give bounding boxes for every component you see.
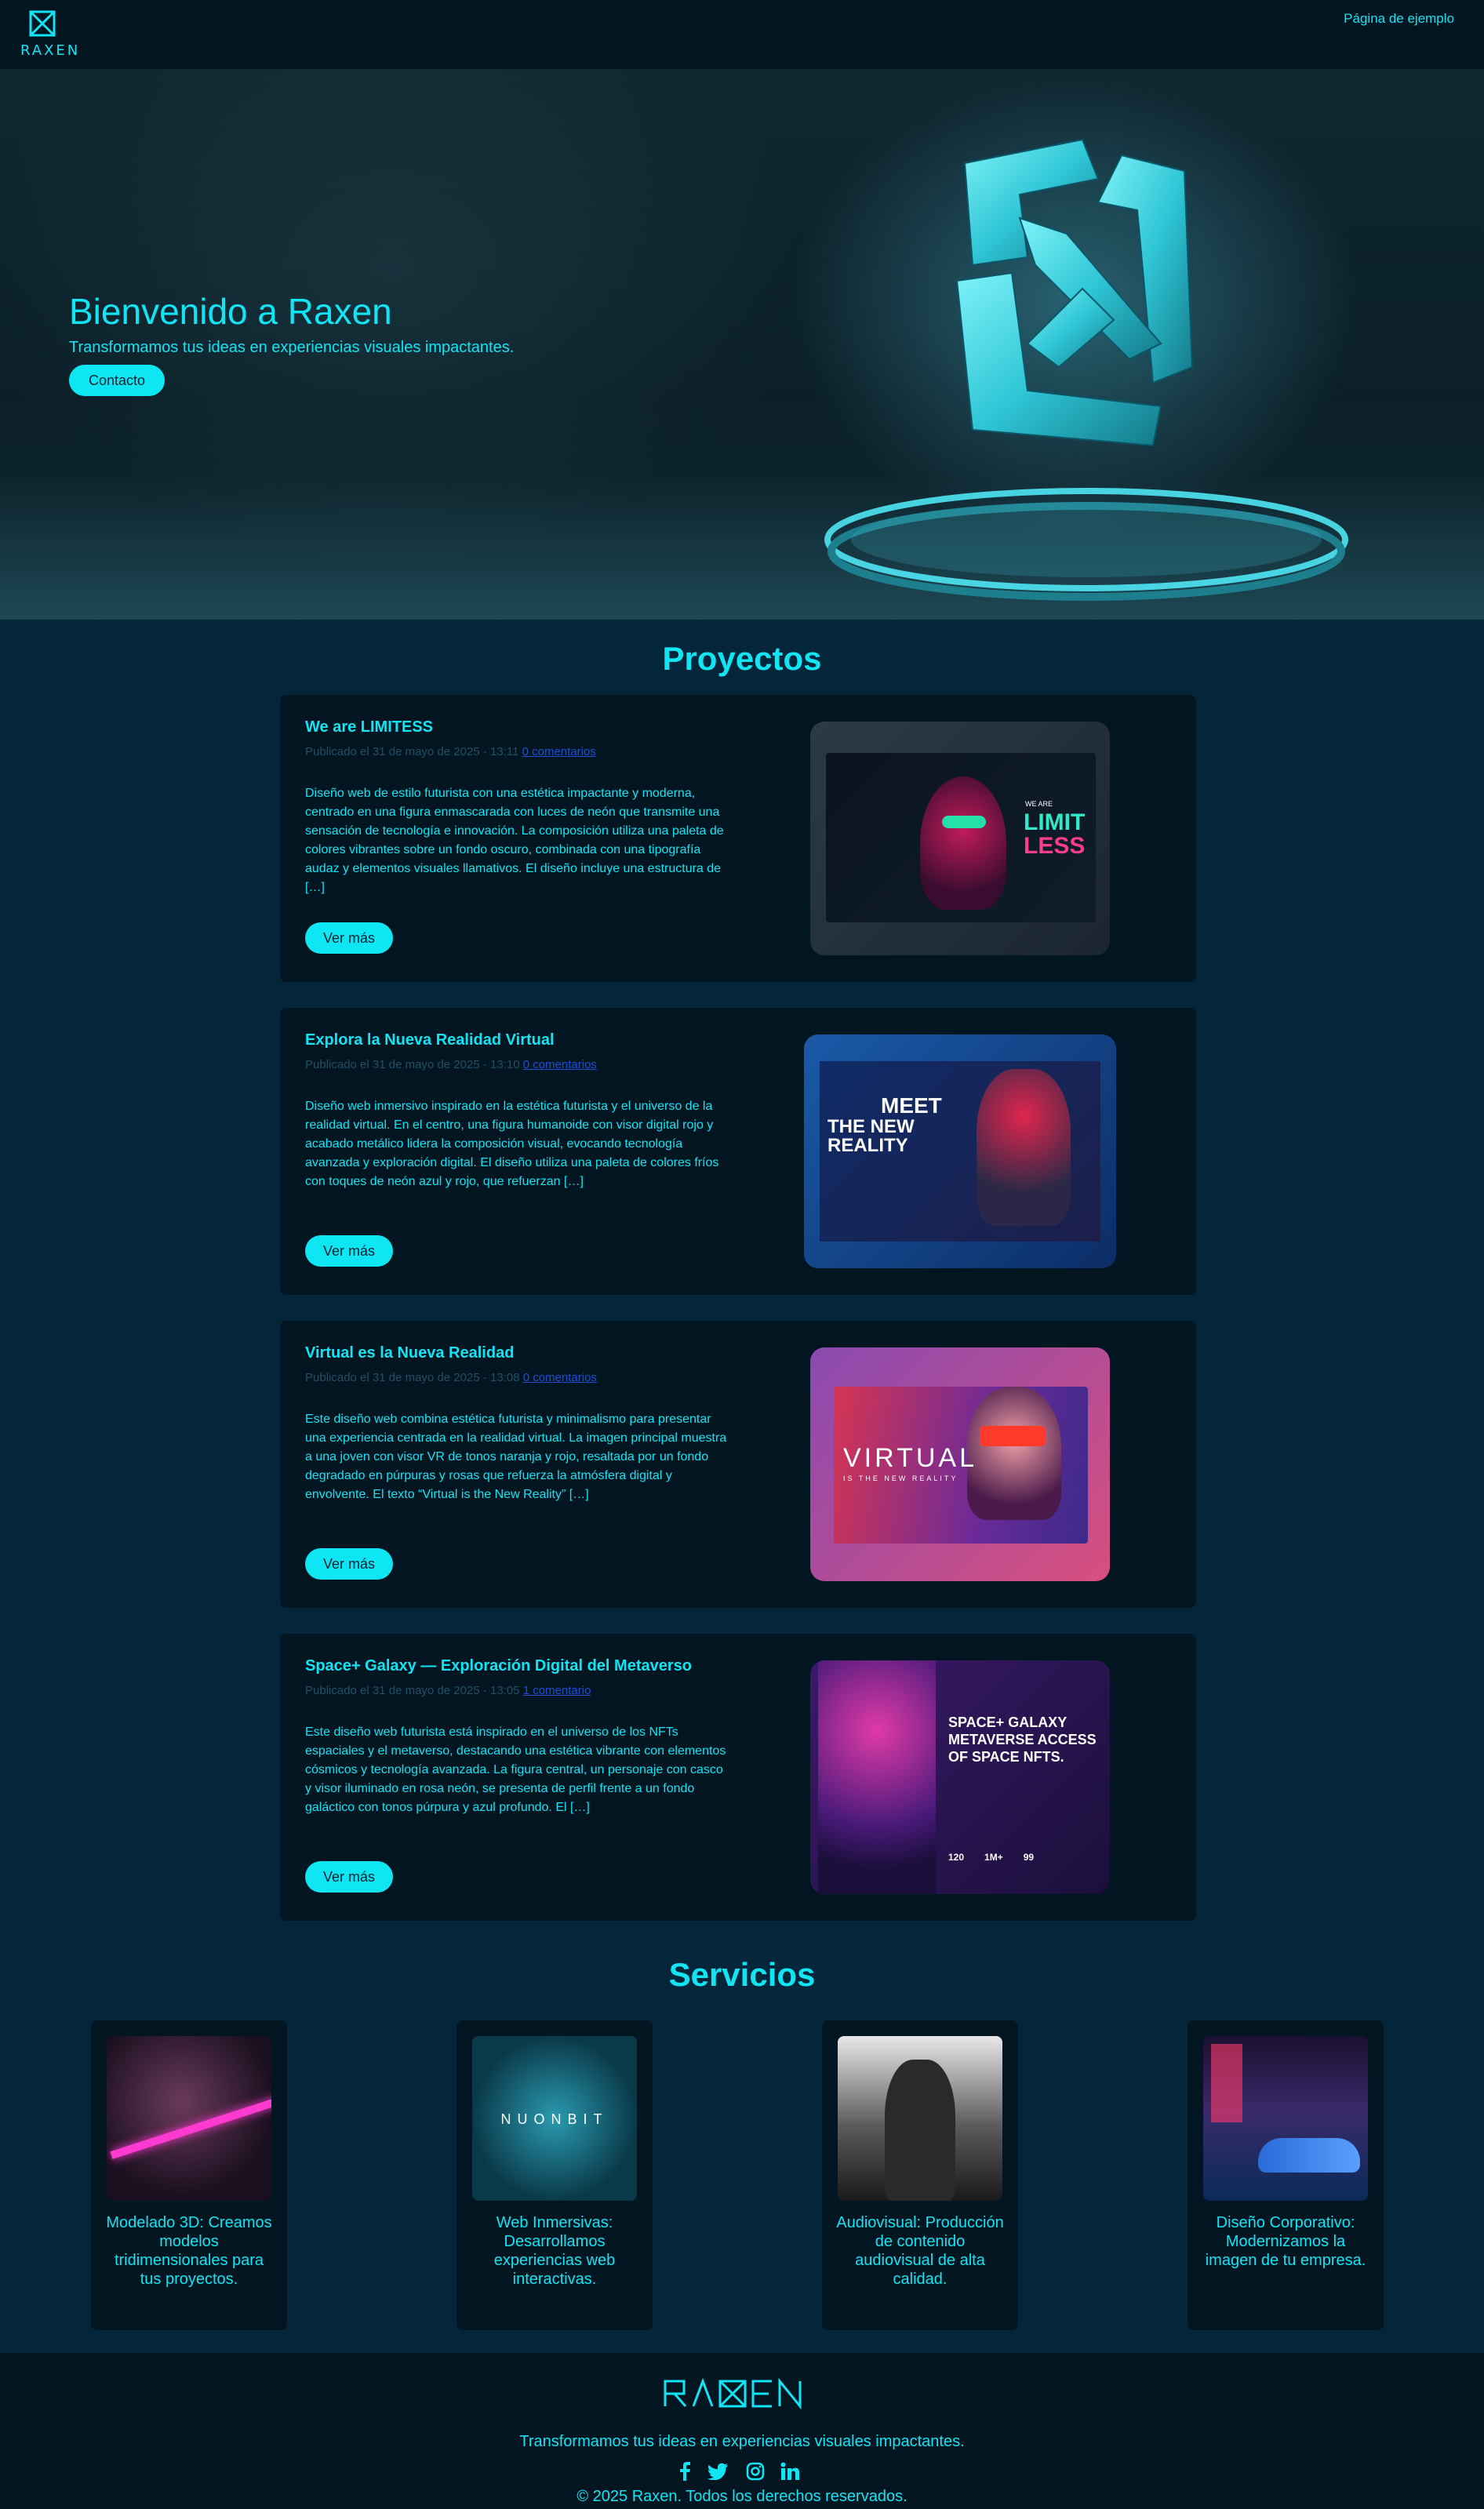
vr-visor [980,1426,1046,1446]
camera-operator [885,2060,955,2201]
project-title[interactable]: We are LIMITESS [305,718,433,736]
linkedin-icon[interactable] [778,2460,802,2483]
img-line-3: OF SPACE NFTS. [948,1749,1064,1765]
project-card: Space+ Galaxy — Exploración Digital del … [280,1634,1196,1921]
service-image [838,2036,1002,2201]
project-title[interactable]: Virtual es la Nueva Realidad [305,1344,514,1362]
img-text-the-new: THE NEW [827,1116,915,1137]
mockup-screen: WE ARE LIMIT LESS [826,753,1096,922]
service-image [107,2036,271,2201]
hero-title: Bienvenido a Raxen [69,291,392,332]
img-text-we-are: WE ARE [1025,800,1053,808]
post-date: Publicado el 31 de mayo de 2025 - 13:11 [305,745,519,758]
raxen-logo-icon [29,10,56,37]
project-description: Diseño web inmersivo inspirado en la est… [305,1100,719,1188]
stat-2: 1M+ [984,1852,1003,1863]
post-date: Publicado el 31 de mayo de 2025 - 13:08 [305,1371,520,1384]
img-line-2: METAVERSE ACCESS [948,1732,1097,1747]
service-text: Modelado 3D: Creamos modelos tridimensio… [106,2214,272,2288]
neon-blade [110,2093,271,2159]
service-image [1203,2036,1368,2201]
project-image[interactable]: MEET THE NEW REALITY [804,1035,1116,1268]
footer-tagline: Transformamos tus ideas en experiencias … [519,2433,965,2450]
raxen-wordmark-logo[interactable] [662,2375,822,2413]
twitter-icon[interactable] [706,2460,729,2483]
img-text-galaxy: SPACE+ GALAXY METAVERSE ACCESS OF SPACE … [948,1714,1102,1765]
facebook-icon[interactable] [673,2460,697,2483]
raxen-3d-emblem-icon [955,138,1194,447]
project-title[interactable]: Space+ Galaxy — Exploración Digital del … [305,1657,692,1675]
contact-button[interactable]: Contacto [69,365,165,396]
project-title[interactable]: Explora la Nueva Realidad Virtual [305,1031,555,1049]
view-more-button[interactable]: Ver más [305,922,393,954]
view-more-button[interactable]: Ver más [305,1861,393,1893]
copyright-text: © 2025 Raxen. Todos los derechos reserva… [577,2488,907,2505]
comments-link[interactable]: 1 comentario [523,1684,591,1697]
view-more-button[interactable]: Ver más [305,1548,393,1580]
project-description: Este diseño web combina estética futuris… [305,1413,727,1501]
post-date: Publicado el 31 de mayo de 2025 - 13:10 [305,1058,520,1071]
astronaut-figure [818,1660,936,1894]
project-description: Este diseño web futurista está inspirado… [305,1725,726,1814]
site-header: RAXEN Página de ejemplo [0,0,1484,69]
img-text-meet: MEET [881,1093,942,1118]
project-card: We are LIMITESS Publicado el 31 de mayo … [280,695,1196,982]
stat-3: 99 [1023,1852,1035,1863]
project-meta: Publicado el 31 de mayo de 2025 - 13:11 … [305,745,596,758]
project-card: Explora la Nueva Realidad Virtual Public… [280,1008,1196,1295]
service-text: Web Inmersivas: Desarrollamos experienci… [493,2214,616,2288]
img-text-limit: LIMIT [1024,809,1086,835]
project-description: Diseño web de estilo futurista con una e… [305,787,724,894]
service-card-corporate: Diseño Corporativo: Modernizamos la imag… [1188,2020,1384,2330]
comments-link[interactable]: 0 comentarios [522,745,596,758]
post-date: Publicado el 31 de mayo de 2025 - 13:05 [305,1684,520,1697]
sports-car [1258,2138,1360,2173]
project-image[interactable]: WE ARE LIMIT LESS [810,722,1110,955]
service-text: Diseño Corporativo: Modernizamos la imag… [1205,2214,1366,2269]
service-card-3d: Modelado 3D: Creamos modelos tridimensio… [91,2020,287,2330]
vr-figure [977,1069,1071,1226]
service-text: Audiovisual: Producción de contenido aud… [836,2214,1004,2288]
view-more-button[interactable]: Ver más [305,1235,393,1267]
services-title: Servicios [668,1956,816,1993]
service-card-audiovisual: Audiovisual: Producción de contenido aud… [822,2020,1018,2330]
hero-section: Bienvenido a Raxen Transformamos tus ide… [0,69,1484,620]
comments-link[interactable]: 0 comentarios [523,1058,597,1071]
pedestal-ring [824,488,1348,601]
project-card: Virtual es la Nueva Realidad Publicado e… [280,1321,1196,1608]
projects-title: Proyectos [662,640,822,677]
service-image: NUONBIT [472,2036,637,2201]
img-text-virtual: VIRTUAL [843,1443,977,1473]
project-meta: Publicado el 31 de mayo de 2025 - 13:05 … [305,1684,591,1697]
img-text-reality: REALITY [827,1135,908,1156]
vr-girl [967,1387,1061,1520]
project-meta: Publicado el 31 de mayo de 2025 - 13:08 … [305,1371,597,1384]
site-logo[interactable]: RAXEN [19,9,78,59]
hero-subtitle: Transformamos tus ideas en experiencias … [69,339,515,356]
logo-text: RAXEN [20,42,81,59]
mockup-screen: MEET THE NEW REALITY [820,1061,1100,1242]
mockup-screen: VIRTUAL IS THE NEW REALITY [834,1387,1088,1544]
project-meta: Publicado el 31 de mayo de 2025 - 13:10 … [305,1058,597,1071]
project-image[interactable]: SPACE+ GALAXY METAVERSE ACCESS OF SPACE … [810,1660,1110,1894]
project-image[interactable]: VIRTUAL IS THE NEW REALITY [810,1347,1110,1581]
img-stats: 120 1M+ 99 [948,1852,1089,1863]
img-line-1: SPACE+ GALAXY [948,1714,1068,1730]
comments-link[interactable]: 0 comentarios [523,1371,597,1384]
img-text-nuonbit: NUONBIT [500,2111,609,2127]
stat-1: 120 [948,1852,965,1863]
instagram-icon[interactable] [744,2460,767,2483]
goggles [942,816,986,828]
img-text-new-reality: IS THE NEW REALITY [843,1474,958,1482]
service-card-web: NUONBIT Web Inmersivas: Desarrollamos ex… [456,2020,653,2330]
site-footer: Transformamos tus ideas en experiencias … [0,2353,1484,2509]
img-text-less: LESS [1024,833,1086,859]
nav-link-sample-page[interactable]: Página de ejemplo [1344,11,1454,27]
masked-figure [920,776,1006,910]
neon-sign [1211,2044,1242,2122]
